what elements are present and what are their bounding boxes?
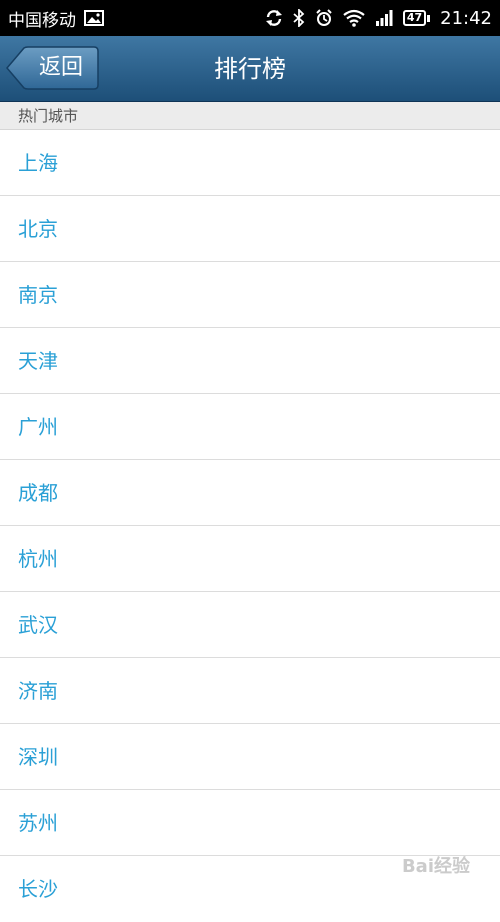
wifi-icon [343,9,365,27]
sync-icon [265,9,283,27]
image-notification-icon [84,10,104,26]
bluetooth-icon [293,9,305,27]
list-item-hangzhou[interactable]: 杭州 [0,526,500,592]
list-item-suzhou[interactable]: 苏州 [0,790,500,856]
list-item-wuhan[interactable]: 武汉 [0,592,500,658]
list-item-chengdu[interactable]: 成都 [0,460,500,526]
section-header: 热门城市 [0,102,500,130]
battery-level: 47 [402,10,427,26]
list-item-guangzhou[interactable]: 广州 [0,394,500,460]
back-button[interactable]: 返回 [6,46,99,90]
back-button-label: 返回 [38,55,83,80]
list-item-shanghai[interactable]: 上海 [0,130,500,196]
title-bar: 排行榜 返回 [0,36,500,102]
list-item-nanjing[interactable]: 南京 [0,262,500,328]
watermark: Bai经验 [401,856,470,877]
list-item-beijing[interactable]: 北京 [0,196,500,262]
status-bar: 中国移动 47 21:42 [0,0,500,36]
city-list: 上海 北京 南京 天津 广州 成都 杭州 武汉 济南 深圳 苏州 长沙 [0,130,500,922]
list-item-shenzhen[interactable]: 深圳 [0,724,500,790]
carrier-label: 中国移动 [8,10,76,31]
signal-icon [375,10,393,26]
list-item-jinan[interactable]: 济南 [0,658,500,724]
list-item-tianjin[interactable]: 天津 [0,328,500,394]
battery-icon: 47 [402,10,431,26]
clock: 21:42 [440,7,492,29]
alarm-icon [315,9,333,27]
